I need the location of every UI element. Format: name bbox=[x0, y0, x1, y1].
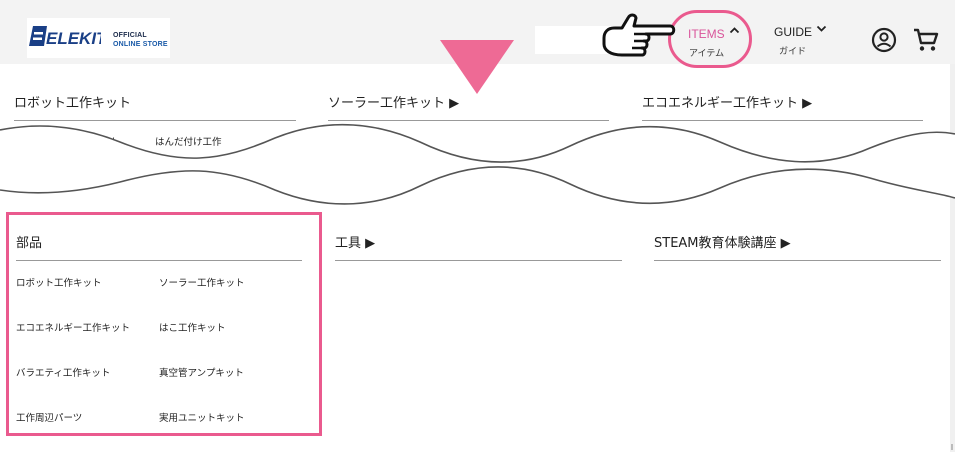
category-steam-course[interactable]: STEAM教育体験講座 ▶ bbox=[654, 232, 791, 251]
divider bbox=[335, 260, 622, 261]
nav-guide-sublabel: ガイド bbox=[779, 47, 807, 57]
divider bbox=[654, 260, 941, 261]
category-eco-energy-kit[interactable]: エコエネルギー工作キット ▶ bbox=[642, 92, 812, 111]
nav-guide-button[interactable]: GUIDE ガイド bbox=[774, 24, 834, 60]
nav-items-label: ITEMS bbox=[688, 27, 725, 41]
pink-down-triangle bbox=[440, 40, 514, 94]
category-robot-kit[interactable]: ロボット工作キット bbox=[14, 92, 131, 111]
parts-item[interactable]: 真空管アンプキット bbox=[159, 365, 244, 379]
account-icon[interactable] bbox=[871, 27, 897, 53]
parts-item[interactable]: エコエネルギー工作キット bbox=[16, 320, 130, 334]
category-solar-kit[interactable]: ソーラー工作キット ▶ bbox=[328, 92, 459, 111]
parts-item[interactable]: ロボット工作キット bbox=[16, 275, 102, 289]
parts-item[interactable]: はこ工作キット bbox=[159, 320, 226, 334]
parts-item[interactable]: 実用ユニットキット bbox=[159, 410, 245, 424]
chevron-up-icon bbox=[729, 27, 740, 34]
hand-pointer-icon bbox=[602, 13, 676, 57]
parts-item[interactable]: 工作周辺パーツ bbox=[16, 410, 82, 424]
scrollbar-indicator bbox=[951, 444, 953, 450]
category-parts[interactable]: 部品 bbox=[16, 232, 42, 251]
parts-item[interactable]: バラエティ工作キット bbox=[16, 365, 110, 379]
nav-guide-label: GUIDE bbox=[774, 25, 813, 39]
logo-store-text: ONLINE STORE bbox=[113, 41, 168, 48]
chevron-down-icon bbox=[816, 25, 827, 32]
logo-official-text: OFFICIAL bbox=[113, 32, 147, 39]
nav-items-sublabel: アイテム bbox=[689, 49, 725, 59]
store-logo[interactable]: ELEKIT OFFICIAL ONLINE STORE bbox=[27, 18, 170, 58]
divider bbox=[16, 260, 302, 261]
logo-mark-text: ELEKIT bbox=[46, 29, 101, 48]
wave-cut-divider bbox=[0, 123, 955, 205]
nav-items-button[interactable]: ITEMS アイテム bbox=[668, 10, 752, 68]
category-tools[interactable]: 工具 ▶ bbox=[335, 232, 375, 251]
cart-icon[interactable] bbox=[912, 26, 940, 54]
elekit-logo-mark: ELEKIT bbox=[29, 26, 101, 48]
parts-item[interactable]: ソーラー工作キット bbox=[159, 275, 245, 289]
